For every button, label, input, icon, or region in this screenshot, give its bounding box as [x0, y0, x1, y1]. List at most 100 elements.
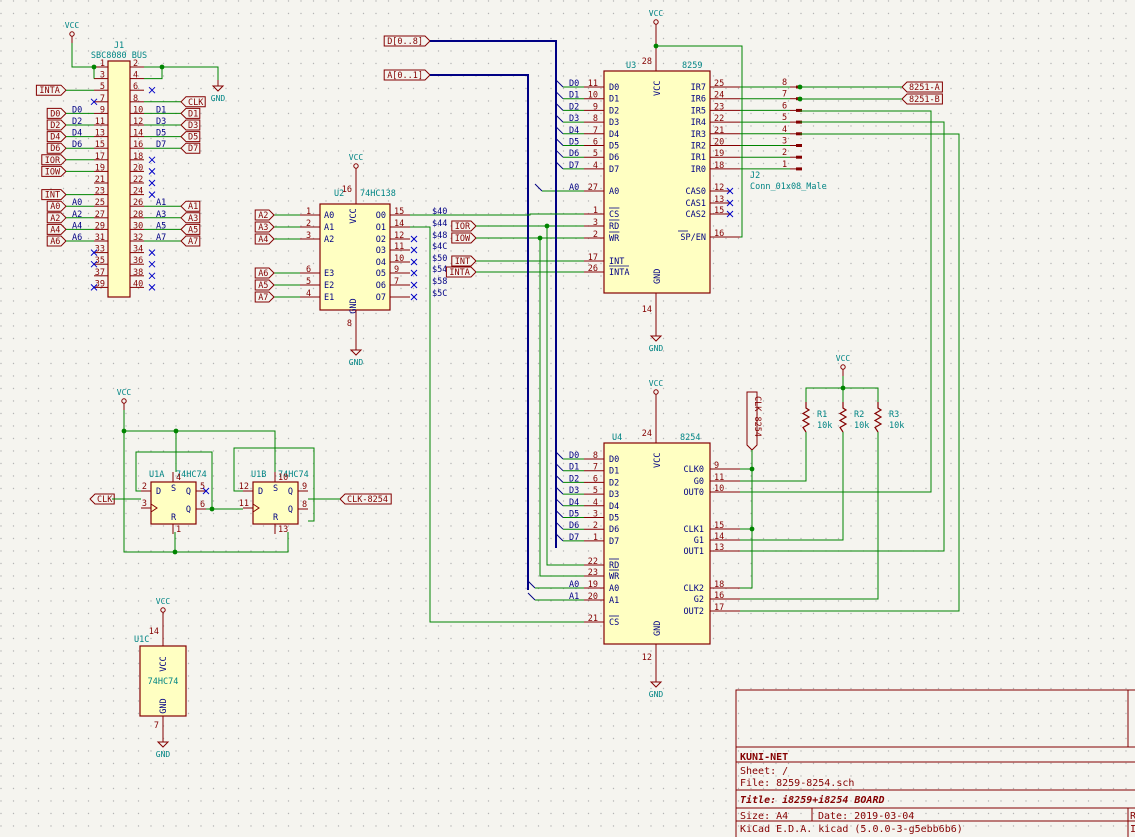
- u4-control-pin-name: RD: [609, 561, 619, 571]
- u2-address-label: $50: [432, 254, 447, 264]
- u3-cas-pin-number: 15: [714, 206, 724, 216]
- u1a-clk-pin-number: 3: [142, 499, 147, 509]
- title-block-file: File: 8259-8254.sch: [740, 778, 854, 789]
- u3-int-pin-number: 26: [588, 264, 598, 274]
- u3-ir-pin-number: 22: [714, 114, 724, 124]
- u1a-s-pin-name: S: [171, 484, 176, 494]
- u2-output-pin-number: 14: [394, 219, 404, 229]
- u1c-reference: U1C: [134, 635, 149, 645]
- u3-cas-pin-number: 12: [714, 183, 724, 193]
- u2-address-label: $58: [432, 277, 447, 287]
- title-block-title: Title: i8259+i8254 BOARD: [740, 794, 885, 806]
- u2-output-pin-name: O1: [376, 223, 386, 233]
- u3-control-pin-name: WR: [609, 234, 620, 244]
- j1-pin-number-right: 38: [133, 268, 143, 278]
- u4-data-pin-number: 4: [593, 498, 598, 508]
- u4-data-pin-number: 1: [593, 533, 598, 543]
- title-block-id: I: [1130, 824, 1135, 835]
- j1-pin-number-right: 24: [133, 187, 143, 197]
- j1-global-label-left-text: D2: [50, 121, 60, 131]
- j1-global-label-left-text: A0: [50, 202, 60, 212]
- j1-global-label-right-text: D1: [188, 109, 198, 119]
- u3-cas-pin-name: CAS0: [686, 187, 706, 197]
- j1-pin-number-right: 10: [133, 105, 143, 115]
- j1-global-label-left-text: D0: [50, 109, 60, 119]
- junction-dot: [749, 526, 755, 532]
- u2-output-pin-number: 11: [394, 242, 404, 252]
- j2-pin-number: 3: [782, 137, 787, 147]
- u4-counter-pin-number: 17: [714, 603, 724, 613]
- resistor-value: 10k: [817, 421, 832, 431]
- u2-input-pin-number: 3: [306, 231, 311, 241]
- u1b-qb-pin-number: 8: [302, 500, 307, 510]
- u2-address-label: $44: [432, 219, 447, 229]
- title-block-size: Size: A4: [740, 811, 788, 822]
- u1a-qb-pin-name: Q: [186, 505, 191, 515]
- u3-control-pin-name: RD: [609, 222, 619, 232]
- j1-pin-number-left: 7: [100, 94, 105, 104]
- u1b-q-pin-number: 9: [302, 482, 307, 492]
- j1-pin-number-left: 35: [95, 256, 105, 266]
- u1c-gnd-pin-name: GND: [159, 698, 169, 713]
- u2-address-label: $48: [432, 231, 447, 241]
- u3-cas-pin-number: 13: [714, 195, 724, 205]
- u4-counter-pin-name: OUT0: [684, 488, 704, 498]
- u4-data-pin-name: D3: [609, 490, 619, 500]
- u3-ir-pin-number: 21: [714, 126, 724, 136]
- u3-int-pin-name: INTA: [609, 268, 629, 278]
- u4-control-pin-name: A0: [609, 584, 619, 594]
- u4-data-pin-number: 2: [593, 521, 598, 531]
- u4-control-pin-number: 20: [588, 592, 598, 602]
- junction-dot: [544, 223, 550, 229]
- u3-spen-pin-number: 16: [714, 229, 724, 239]
- u4-counter-pin-number: 14: [714, 532, 724, 542]
- u4-vcc-pin-number: 24: [642, 429, 652, 439]
- u1c-value: 74HC74: [148, 677, 179, 687]
- vcc-label: VCC: [836, 354, 851, 363]
- j1-pin-number-left: 39: [95, 279, 105, 289]
- u4-counter-pin-number: 11: [714, 473, 724, 483]
- u3-gnd-pin-number: 14: [642, 305, 652, 315]
- u2-input-pin-name: A1: [324, 223, 334, 233]
- j2-pin-number: 5: [782, 113, 787, 123]
- j1-global-label-left-text: IOR: [45, 156, 61, 166]
- u3-global-inta-text: INTA: [449, 268, 469, 278]
- j2-value: Conn_01x08_Male: [750, 182, 827, 192]
- u1c-vcc-pin-number: 14: [149, 627, 159, 637]
- j1-global-label-right-text: D7: [188, 144, 198, 154]
- j1-pin-number-right: 4: [133, 71, 138, 81]
- j1-global-label-right-text: A7: [188, 237, 198, 247]
- u3-control-pin-number: 2: [593, 230, 598, 240]
- j1-pin-number-left: 37: [95, 268, 105, 278]
- u1b-reference: U1B: [251, 470, 266, 480]
- resistor-value: 10k: [854, 421, 869, 431]
- u4-gnd-pin-number: 12: [642, 653, 652, 663]
- j1-pin-number-left: 27: [95, 210, 105, 220]
- u1c-gnd-pin-number: 7: [154, 721, 159, 731]
- u2-address-label: $5C: [432, 289, 447, 299]
- u4-control-pin-name: A1: [609, 596, 619, 606]
- u3-data-pin-name: D7: [609, 165, 619, 175]
- u4-counter-pin-number: 16: [714, 591, 724, 601]
- u3-cas-pin-name: CAS1: [686, 199, 706, 209]
- j1-pin-number-right: 34: [133, 245, 143, 255]
- j1-pin-number-left: 5: [100, 82, 105, 92]
- j1-global-label-left-text: A2: [50, 214, 60, 224]
- u3-value: 8259: [682, 61, 702, 71]
- j1-pin-number-right: 18: [133, 152, 143, 162]
- u4-data-pin-name: D0: [609, 455, 619, 465]
- u4-data-pin-number: 5: [593, 486, 598, 496]
- u1b-r-pin-number: 13: [278, 525, 288, 535]
- u2-input-pin-name: E3: [324, 269, 334, 279]
- u3-data-pin-name: D4: [609, 130, 619, 140]
- u4-value: 8254: [680, 433, 700, 443]
- u4-vcc-pin-name: VCC: [653, 453, 663, 468]
- u2-input-pin-name: E2: [324, 281, 334, 291]
- j1-global-label-left-text: INT: [45, 191, 60, 201]
- u4-control-pin-name: WR: [609, 572, 620, 582]
- j1-pin-number-left: 3: [100, 71, 105, 81]
- u3-int-pin-name: INT: [609, 257, 624, 267]
- junction-dot: [797, 84, 803, 90]
- u1a-d-pin-number: 2: [142, 482, 147, 492]
- u1a-r-pin-number: 1: [176, 525, 181, 535]
